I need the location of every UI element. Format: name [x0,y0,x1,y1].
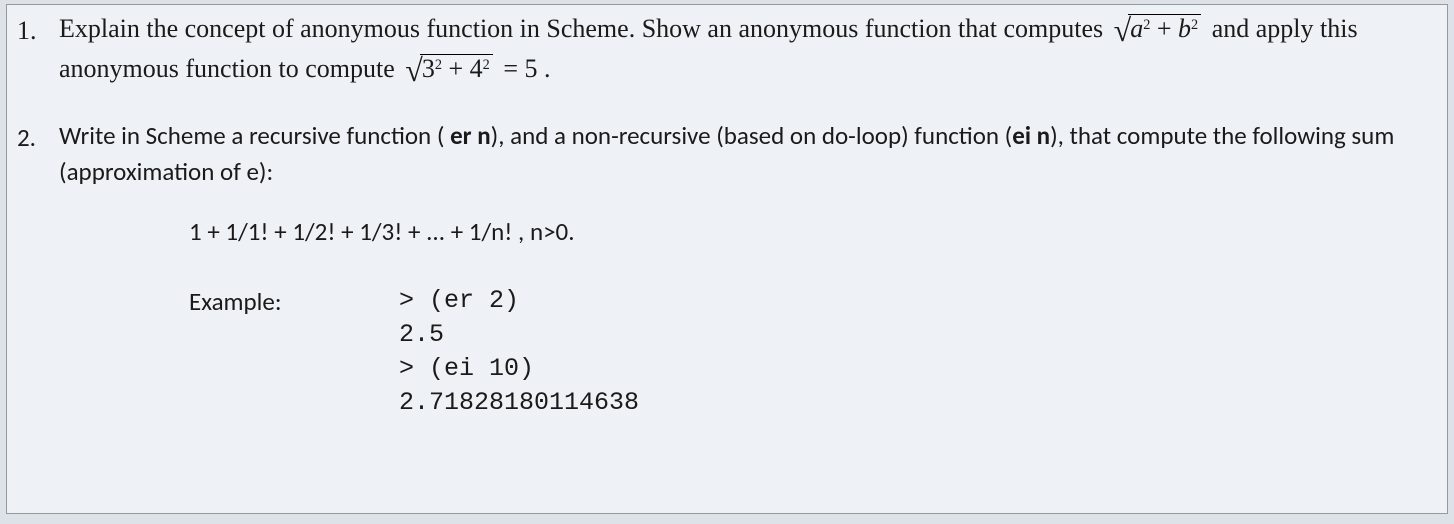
lit-4: 4 [470,54,483,83]
q2-t1: Write in Scheme a recursive function ( [59,120,450,151]
sqrt-32-42: √ 32 + 42 [405,54,493,84]
radicand-ab: a2 + b2 [1128,14,1201,44]
example-label: Example: [189,284,399,419]
question-1-body: Explain the concept of anonymous functio… [59,9,1429,90]
question-1-number: 1. [17,9,59,51]
radical-sign-2: √ [405,58,423,84]
q1-text-pre: Explain the concept of anonymous functio… [59,14,1110,43]
q2-intro-line: Write in Scheme a recursive function ( e… [59,118,1429,191]
example-code: > (er 2) 2.5 > (ei 10) 2.71828180114638 [399,284,639,419]
sqrt-a2-b2: √ a2 + b2 [1114,14,1202,44]
exp-24: 2 [483,57,490,73]
plus-2: + [442,54,470,83]
exp-23: 2 [435,57,442,73]
exp-2a: 2 [1143,17,1150,33]
question-2-number: 2. [17,118,59,156]
q2-example: Example: > (er 2) 2.5 > (ei 10) 2.718281… [189,284,1429,419]
lit-3: 3 [422,54,435,83]
q2-formula: 1 + 1/1! + 1/2! + 1/3! + ... + 1/n! , n>… [189,214,1429,250]
q2-ei: ei n [1012,120,1050,151]
radical-sign: √ [1114,18,1132,44]
question-2: 2. Write in Scheme a recursive function … [17,118,1429,420]
radicand-34: 32 + 42 [420,54,493,84]
page-sheet: 1. Explain the concept of anonymous func… [6,4,1448,514]
q2-er: er n [450,120,491,151]
var-b: b [1178,14,1191,43]
question-1: 1. Explain the concept of anonymous func… [17,9,1429,90]
exp-2b: 2 [1191,17,1198,33]
q2-t2: ), and a non-recursive (based on do-loop… [491,120,1013,151]
q1-text-tail: = 5 . [503,54,550,83]
question-2-body: Write in Scheme a recursive function ( e… [59,118,1429,420]
var-a: a [1130,14,1143,43]
plus-1: + [1150,14,1178,43]
